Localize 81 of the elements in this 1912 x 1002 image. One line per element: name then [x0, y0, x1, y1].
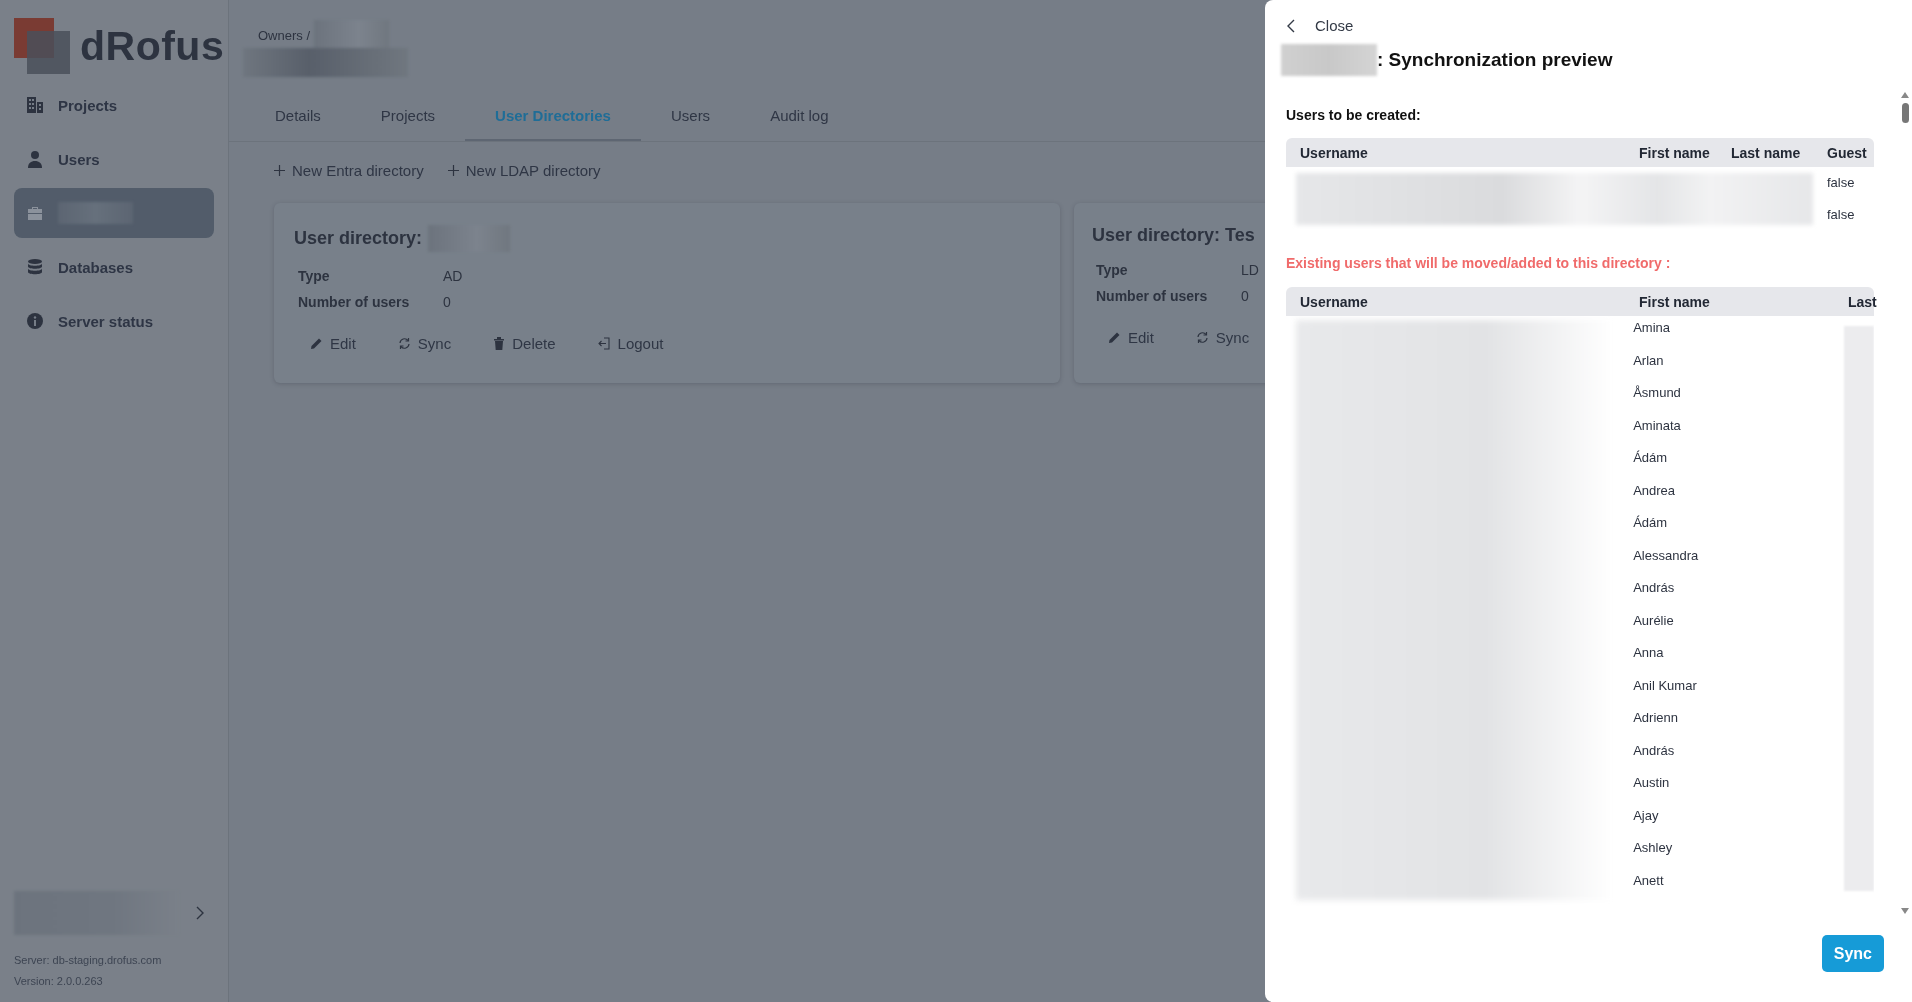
database-icon: [26, 258, 44, 276]
sync-button[interactable]: Sync: [1821, 935, 1884, 972]
tab[interactable]: Users: [640, 91, 741, 141]
field-value: 0: [1241, 288, 1250, 304]
table-cell-text: Ashley: [1633, 839, 1674, 857]
warning-heading: Existing users that will be moved/added to this directory :: [1286, 255, 1672, 271]
tab[interactable]: Details: [245, 91, 351, 141]
column-header: Username: [1300, 144, 1369, 161]
add-directory-button[interactable]: New Entra directory: [274, 162, 424, 179]
table-cell-text: Andrea: [1633, 481, 1677, 500]
plus-icon: [447, 165, 459, 176]
table-cell-text: András: [1633, 741, 1676, 760]
table-cell-text: András: [1633, 579, 1676, 597]
field-label: Number of users: [298, 294, 411, 310]
nav-item[interactable]: Databases: [14, 242, 214, 292]
card-action-button[interactable]: Edit: [1108, 329, 1154, 346]
tab[interactable]: Projects: [350, 91, 466, 141]
pencil-icon: [1108, 331, 1121, 344]
chevron-right-icon: [196, 906, 204, 920]
table-cell-text: Anna: [1633, 644, 1665, 662]
table-cell-text: Adrienn: [1633, 709, 1679, 727]
info-icon: [26, 312, 44, 330]
field-label: Type: [298, 268, 331, 284]
sync-icon: [397, 337, 411, 350]
chevron-left-icon: [1287, 18, 1295, 33]
tab[interactable]: Audit log: [740, 91, 859, 141]
table-cell-text: false: [1827, 174, 1855, 192]
column-header: Username: [1300, 293, 1369, 310]
column-header: First name: [1639, 144, 1711, 161]
logo-text: dRofus: [80, 22, 225, 70]
table-cell-text: Aminata: [1633, 416, 1682, 435]
table-cell-text: Anil Kumar: [1633, 676, 1698, 695]
table-cell-text: Austin: [1633, 774, 1671, 792]
user-icon: [26, 150, 44, 168]
table-cell-text: Alessandra: [1633, 546, 1700, 565]
briefcase-icon: [26, 204, 44, 222]
field-value: LD: [1241, 262, 1260, 278]
column-header: Guest: [1827, 144, 1868, 161]
version-info: Version: 2.0.0.263: [14, 974, 104, 989]
trash-icon: [493, 337, 506, 350]
column-header: Last: [1848, 293, 1877, 310]
table-cell-text: Åsmund: [1633, 384, 1682, 402]
nav-item[interactable]: Server status: [14, 296, 214, 346]
scroll-down-icon[interactable]: [1900, 907, 1910, 915]
card-action-button[interactable]: Edit: [310, 335, 356, 352]
field-value: AD: [443, 268, 464, 284]
logout-icon: [597, 337, 611, 350]
scrollbar-thumb[interactable]: [1901, 103, 1909, 123]
close-button[interactable]: Close: [1265, 0, 1354, 34]
card-title: User directory:: [294, 228, 423, 249]
sync-icon: [1195, 331, 1209, 344]
table-cell-text: Ajay: [1633, 806, 1660, 825]
table-cell-text: Anett: [1633, 871, 1665, 890]
table-cell-text: false: [1827, 206, 1855, 224]
column-header: First name: [1639, 293, 1711, 310]
table-cell-text: Ádám: [1633, 449, 1669, 467]
card-action-button[interactable]: Delete: [493, 335, 556, 352]
field-label: Type: [1096, 262, 1129, 278]
field-label: Number of users: [1096, 288, 1209, 304]
card-action-button[interactable]: Logout: [597, 335, 664, 352]
card-action-button[interactable]: Sync: [397, 335, 452, 352]
breadcrumb-link[interactable]: Owners /: [258, 27, 310, 43]
table-cell-text: Ádám: [1633, 514, 1669, 532]
nav-item[interactable]: Projects: [14, 80, 214, 130]
scroll-up-icon[interactable]: [1900, 91, 1910, 99]
table-cell-text: Aurélie: [1633, 611, 1675, 630]
card-action-button[interactable]: Sync: [1195, 329, 1250, 346]
section-heading: Users to be created:: [1286, 107, 1422, 123]
table-cell-text: Amina: [1633, 319, 1671, 337]
building-icon: [26, 96, 44, 114]
server-info: Server: db-staging.drofus.com: [14, 953, 163, 968]
card-title: User directory: Tes: [1092, 225, 1255, 246]
column-header: Last name: [1731, 144, 1802, 161]
table-cell-text: Arlan: [1633, 351, 1665, 370]
panel-title: : Synchronization preview: [1377, 49, 1613, 71]
plus-icon: [274, 165, 285, 176]
field-value: 0: [443, 294, 452, 310]
logo-icon: [14, 18, 70, 74]
add-directory-button[interactable]: New LDAP directory: [447, 162, 601, 179]
pencil-icon: [310, 337, 323, 350]
nav-item[interactable]: Users: [14, 134, 214, 184]
